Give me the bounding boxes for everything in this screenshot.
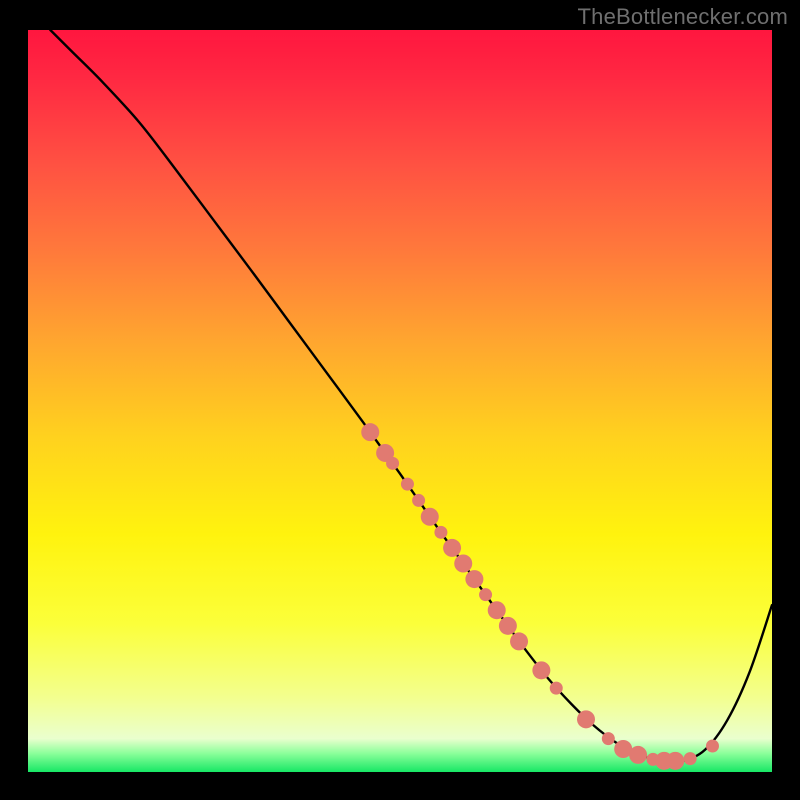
data-point [629,746,647,764]
data-point [454,554,472,572]
data-point [465,570,483,588]
data-point [479,588,492,601]
data-point [532,661,550,679]
plot-background [28,30,772,772]
data-point [499,617,517,635]
data-point [386,457,399,470]
bottleneck-chart [0,0,800,800]
data-point [550,682,563,695]
data-point [666,752,684,770]
data-point [412,494,425,507]
data-point [434,526,447,539]
data-point [361,423,379,441]
data-point [488,601,506,619]
data-point [421,508,439,526]
data-point [510,632,528,650]
data-point [684,752,697,765]
data-point [443,539,461,557]
data-point [706,740,719,753]
data-point [602,732,615,745]
watermark-text: TheBottlenecker.com [578,4,788,30]
data-point [577,710,595,728]
data-point [401,478,414,491]
chart-frame: TheBottlenecker.com [0,0,800,800]
